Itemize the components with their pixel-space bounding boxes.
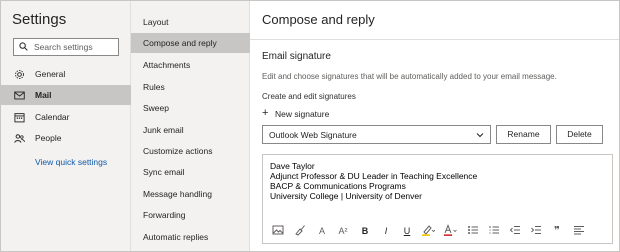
settings-sidebar: Settings Search settings General Mail Ca… [1,1,131,251]
compose-and-reply-pane: Compose and reply Email signature Edit a… [250,1,619,251]
menu-item-label: Attachments [143,60,191,70]
people-icon [14,134,25,143]
menu-item-rules[interactable]: Rules [131,77,250,97]
menu-item-layout[interactable]: Layout [131,12,250,32]
menu-item-sync-email[interactable]: Sync email [131,162,250,182]
increase-indent-icon[interactable] [529,224,543,238]
calendar-icon [14,113,25,123]
menu-item-automatic-replies[interactable]: Automatic replies [131,227,250,247]
search-settings-input[interactable]: Search settings [13,38,119,56]
signature-select[interactable]: Outlook Web Signature [262,125,491,144]
nav-item-label: Calendar [35,112,70,122]
underline-icon[interactable]: U [400,224,414,238]
nav-item-calendar[interactable]: Calendar [1,107,131,127]
menu-item-label: Customize actions [143,146,213,156]
signature-line: University College | University of Denve… [270,191,422,201]
settings-window: Settings Search settings General Mail Ca… [0,0,620,252]
settings-title: Settings [12,11,67,28]
italic-icon[interactable]: I [379,224,393,238]
email-signature-description: Edit and choose signatures that will be … [262,72,557,81]
font-color-icon[interactable] [443,224,457,238]
signature-editor[interactable]: Dave Taylor Adjunct Professor & DU Leade… [262,154,613,244]
signature-line: Adjunct Professor & DU Leader in Teachin… [270,171,478,181]
menu-item-label: Message handling [143,189,212,199]
header-divider [250,39,619,40]
search-placeholder: Search settings [34,42,93,52]
superscript-icon[interactable]: A² [336,224,350,238]
signature-select-value: Outlook Web Signature [269,130,357,140]
nav-item-people[interactable]: People [1,128,131,148]
menu-item-label: Sweep [143,103,169,113]
menu-item-attachments[interactable]: Attachments [131,55,250,75]
email-signature-heading: Email signature [262,51,331,62]
menu-item-label: Automatic replies [143,232,209,242]
mail-settings-menu: Layout Compose and reply Attachments Rul… [131,1,250,251]
menu-item-customize-actions[interactable]: Customize actions [131,141,250,161]
bullets-icon[interactable] [466,224,480,238]
nav-item-label: General [35,69,66,79]
numbering-icon[interactable] [487,224,501,238]
format-painter-icon[interactable] [293,224,307,238]
menu-item-label: Forwarding [143,210,186,220]
new-signature-label: New signature [275,109,330,119]
formatting-toolbar: A A² B I U ❞ [263,221,612,241]
create-edit-signatures-label: Create and edit signatures [262,92,356,101]
menu-item-sweep[interactable]: Sweep [131,98,250,118]
signature-line: BACP & Communications Programs [270,181,406,191]
menu-item-label: Sync email [143,167,185,177]
nav-item-mail[interactable]: Mail [1,85,131,105]
menu-item-label: Compose and reply [143,38,217,48]
decrease-indent-icon[interactable] [508,224,522,238]
rename-button[interactable]: Rename [496,125,551,144]
menu-item-compose-and-reply[interactable]: Compose and reply [131,33,250,53]
insert-image-icon[interactable] [271,224,285,238]
pane-title: Compose and reply [262,12,375,27]
chevron-down-icon [476,133,484,138]
delete-button[interactable]: Delete [556,125,603,144]
highlight-icon[interactable] [421,224,435,238]
align-icon[interactable] [572,224,586,238]
nav-item-general[interactable]: General [1,64,131,84]
plus-icon: + [262,107,269,119]
font-size-icon[interactable]: A [315,224,329,238]
mail-icon [14,91,25,100]
bold-icon[interactable]: B [358,224,372,238]
menu-item-message-handling[interactable]: Message handling [131,184,250,204]
view-quick-settings-link[interactable]: View quick settings [35,157,107,167]
menu-item-label: Rules [143,82,165,92]
signature-line: Dave Taylor [270,161,315,171]
quote-icon[interactable]: ❞ [550,224,564,238]
menu-item-junk-email[interactable]: Junk email [131,120,250,140]
menu-item-label: Junk email [143,125,184,135]
search-icon [19,42,28,51]
nav-item-label: Mail [35,90,52,100]
menu-item-forwarding[interactable]: Forwarding [131,205,250,225]
menu-item-label: Layout [143,17,169,27]
gear-icon [15,70,24,79]
nav-item-label: People [35,133,62,143]
